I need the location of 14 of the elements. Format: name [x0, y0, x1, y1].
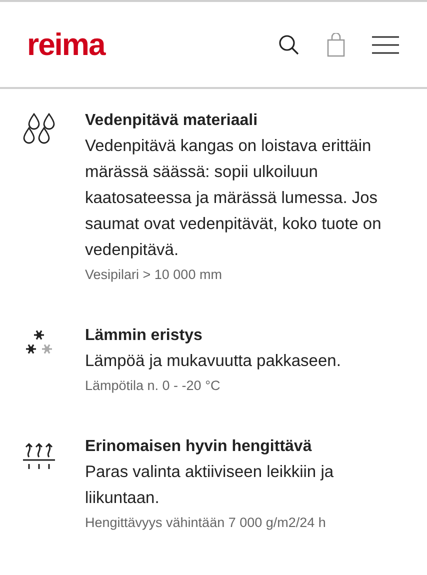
water-drops-icon [22, 113, 56, 145]
feature-detail: Lämpötila n. 0 - -20 °C [85, 377, 222, 395]
feature-description: Lämpöä ja mukavuutta pakkaseen. [85, 351, 341, 372]
feature-title: Lämmin eristys [85, 326, 204, 346]
feature-description: Vedenpitävä kangas on loistava erittäin märässä säässä: sopii ulkoiluun kaatosateessa ja märässä lumessa. Jos saumat ovat vedenpitävät, koko tuote on vedenpitävä. [85, 136, 382, 261]
feature-title: Erinomaisen hyvin hengittävä [85, 437, 313, 457]
shopping-bag-icon[interactable] [326, 32, 346, 56]
search-icon[interactable] [278, 34, 300, 56]
feature-description: Paras valinta aktiiviseen leikkiin ja liikuntaan. [85, 462, 335, 509]
feature-detail: Vesipilari > 10 000 mm [85, 266, 223, 284]
feature-title: Vedenpitävä materiaali [85, 111, 259, 131]
feature-detail: Hengittävyys vähintään 7 000 g/m2/24 h [85, 514, 327, 532]
logo[interactable]: reima [27, 29, 105, 60]
menu-icon[interactable] [372, 34, 399, 54]
